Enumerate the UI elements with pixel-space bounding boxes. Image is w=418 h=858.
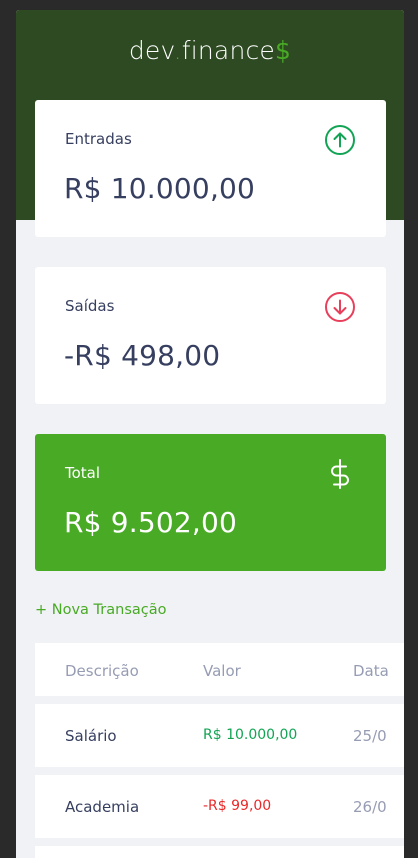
transactions-table: Descrição Valor Data Salário R$ 10.000,0… (35, 643, 404, 858)
total-label: Total (65, 464, 101, 482)
new-transaction-link[interactable]: + Nova Transação (35, 602, 166, 618)
total-card: Total R$ 9.502,00 (35, 434, 386, 571)
table-row-partial (35, 846, 404, 858)
arrow-up-circle-icon (325, 125, 355, 155)
income-amount: R$ 10.000,00 (64, 172, 256, 205)
row-amount: -R$ 99,00 (203, 798, 272, 814)
column-header-date: Data (353, 662, 389, 680)
table-row: Salário R$ 10.000,00 25/0 (35, 704, 404, 767)
row-date: 26/0 (353, 798, 387, 816)
expense-label: Saídas (65, 297, 115, 315)
app-frame: dev.finance$ Entradas R$ 10.000,00 Saída… (16, 10, 404, 858)
row-date: 25/0 (353, 727, 387, 745)
column-header-amount: Valor (203, 662, 241, 680)
column-header-description: Descrição (65, 662, 139, 680)
app-logo: dev.finance$ (16, 36, 404, 65)
total-amount: R$ 9.502,00 (64, 506, 238, 539)
dollar-sign-icon (331, 459, 349, 489)
row-description: Salário (65, 727, 117, 745)
logo-dev-text: dev (128, 36, 174, 65)
logo-dollar-text: $ (275, 36, 292, 65)
table-header-row: Descrição Valor Data (35, 643, 404, 696)
arrow-down-circle-icon (325, 292, 355, 322)
row-amount: R$ 10.000,00 (203, 727, 298, 743)
expense-card: Saídas -R$ 498,00 (35, 267, 386, 404)
row-description: Academia (65, 798, 140, 816)
logo-dot: . (173, 36, 182, 65)
income-card: Entradas R$ 10.000,00 (35, 100, 386, 237)
table-row: Academia -R$ 99,00 26/0 (35, 775, 404, 838)
expense-amount: -R$ 498,00 (64, 339, 221, 372)
logo-finance-text: finance (181, 36, 276, 65)
income-label: Entradas (65, 130, 132, 148)
